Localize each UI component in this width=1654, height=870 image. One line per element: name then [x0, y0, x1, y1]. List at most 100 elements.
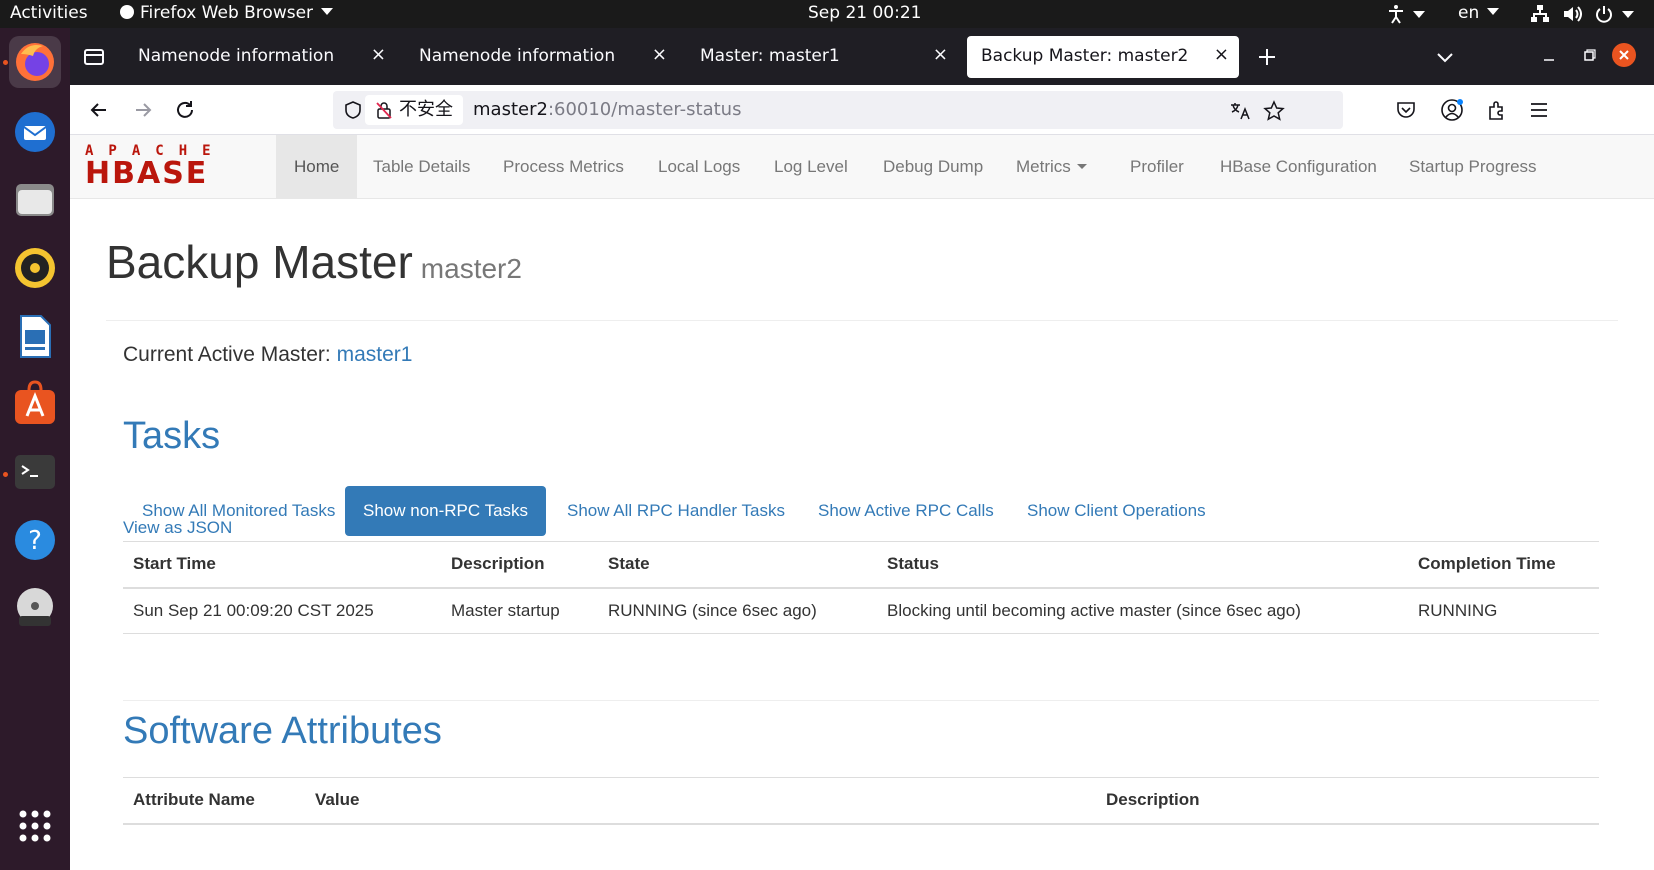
minimize-icon[interactable] — [1540, 48, 1558, 66]
table-header-row: Attribute Name Value Description — [123, 777, 1599, 825]
tab-namenode-1[interactable]: Namenode information × — [124, 36, 396, 78]
view-as-json-link[interactable]: View as JSON — [123, 518, 232, 538]
tab-master1[interactable]: Master: master1 × — [686, 36, 958, 78]
system-top-bar: Activities Firefox Web Browser Sep 21 00… — [0, 0, 1654, 28]
nav-table-details[interactable]: Table Details — [355, 135, 488, 199]
chevron-down-icon — [321, 8, 334, 15]
column-header[interactable]: Description — [1096, 777, 1599, 825]
close-icon[interactable]: × — [1214, 44, 1229, 65]
dock-thunderbird[interactable] — [9, 106, 61, 158]
activities-button[interactable]: Activities — [10, 3, 88, 23]
app-grid-icon — [19, 810, 51, 842]
nav-profiler[interactable]: Profiler — [1112, 135, 1202, 199]
firefox-small-icon — [120, 5, 134, 19]
task-start-time: Sun Sep 21 00:09:20 CST 2025 — [123, 587, 441, 634]
extensions-icon[interactable] — [1485, 98, 1509, 122]
column-header[interactable]: Status — [877, 541, 1408, 589]
divider — [106, 320, 1618, 321]
divider — [123, 700, 1599, 701]
nav-startup-progress[interactable]: Startup Progress — [1391, 135, 1555, 199]
close-icon[interactable]: × — [933, 44, 948, 65]
terminal-icon — [15, 455, 55, 489]
hbase-logo[interactable]: APACHE HBASE — [85, 143, 245, 191]
translate-icon[interactable] — [1229, 100, 1251, 122]
dock-firefox[interactable] — [9, 36, 61, 88]
dock-rhythmbox[interactable] — [9, 242, 61, 294]
caret-down-icon — [1076, 164, 1087, 169]
tab-title: Master: master1 — [700, 46, 840, 66]
software-attributes-heading: Software Attributes — [123, 710, 442, 752]
dock-files[interactable] — [9, 174, 61, 226]
filter-all-rpc-handler-tasks[interactable]: Show All RPC Handler Tasks — [549, 486, 803, 536]
filter-active-rpc-calls[interactable]: Show Active RPC Calls — [800, 486, 1012, 536]
power-icon[interactable] — [1594, 4, 1614, 24]
list-all-tabs-icon[interactable] — [1435, 47, 1455, 67]
chevron-down-icon[interactable] — [1622, 11, 1634, 18]
nav-log-level[interactable]: Log Level — [756, 135, 866, 199]
clock[interactable]: Sep 21 00:21 — [808, 3, 921, 23]
column-header[interactable]: Value — [305, 777, 1096, 825]
show-apps-button[interactable] — [9, 800, 61, 852]
tab-namenode-2[interactable]: Namenode information × — [405, 36, 677, 78]
dock-software-center[interactable] — [9, 378, 61, 430]
column-header[interactable]: Attribute Name — [123, 777, 305, 825]
nav-home[interactable]: Home — [276, 135, 358, 199]
column-header[interactable]: Completion Time — [1408, 541, 1599, 589]
close-icon[interactable]: × — [371, 44, 386, 65]
back-arrow-icon[interactable] — [84, 95, 114, 125]
window-close-button[interactable] — [1612, 43, 1636, 67]
column-header[interactable]: Start Time — [123, 541, 441, 589]
firefox-icon — [16, 43, 54, 81]
url-bar[interactable]: 不安全 master2:60010/master-status — [333, 91, 1343, 129]
bookmark-star-icon[interactable] — [1263, 100, 1285, 122]
filter-non-rpc-tasks[interactable]: Show non-RPC Tasks — [345, 486, 547, 536]
forward-arrow-icon[interactable] — [128, 95, 158, 125]
account-icon[interactable] — [1440, 98, 1464, 122]
reload-icon[interactable] — [170, 95, 200, 125]
thunderbird-icon — [15, 112, 55, 152]
app-menu[interactable]: Firefox Web Browser — [120, 3, 334, 23]
dvd-icon — [17, 588, 53, 626]
insecure-connection-badge[interactable]: 不安全 — [365, 95, 463, 125]
column-header[interactable]: State — [598, 541, 877, 589]
software-attributes-table: Attribute Name Value Description — [123, 777, 1599, 825]
url-text[interactable]: master2:60010/master-status — [473, 99, 741, 120]
nav-debug-dump[interactable]: Debug Dump — [865, 135, 1001, 199]
tasks-heading: Tasks — [123, 415, 221, 457]
hamburger-menu-icon[interactable] — [1528, 99, 1550, 121]
pocket-icon[interactable] — [1395, 99, 1417, 121]
restore-icon[interactable] — [1580, 48, 1598, 66]
nav-process-metrics[interactable]: Process Metrics — [485, 135, 642, 199]
close-icon[interactable]: × — [652, 44, 667, 65]
tab-title: Namenode information — [419, 46, 616, 66]
dock-dvd[interactable] — [9, 582, 61, 634]
firefox-view-icon[interactable] — [83, 46, 105, 68]
nav-metrics-dropdown[interactable]: Metrics — [998, 135, 1105, 199]
column-header[interactable]: Description — [441, 541, 598, 589]
language-indicator[interactable]: en — [1458, 3, 1500, 23]
shield-icon[interactable] — [343, 100, 363, 120]
active-master-label: Current Active Master: — [123, 343, 331, 366]
tab-backup-master2[interactable]: Backup Master: master2 × — [967, 36, 1239, 78]
volume-icon[interactable] — [1562, 4, 1582, 24]
task-completion-time: RUNNING — [1408, 587, 1599, 634]
filter-client-operations[interactable]: Show Client Operations — [1009, 486, 1224, 536]
tasks-table: Start Time Description State Status Comp… — [123, 541, 1599, 634]
task-state: RUNNING (since 6sec ago) — [598, 587, 877, 634]
nav-hbase-configuration[interactable]: HBase Configuration — [1202, 135, 1395, 199]
accessibility-icon[interactable] — [1386, 4, 1406, 24]
dock-terminal[interactable] — [9, 446, 61, 498]
task-status: Blocking until becoming active master (s… — [877, 587, 1408, 634]
current-active-master: Current Active Master: master1 — [123, 343, 412, 367]
chevron-down-icon[interactable] — [1413, 11, 1425, 18]
nav-local-logs[interactable]: Local Logs — [640, 135, 758, 199]
network-icon[interactable] — [1530, 4, 1550, 24]
active-master-link[interactable]: master1 — [337, 343, 413, 366]
hbase-navbar: APACHE HBASE Home Table Details Process … — [70, 135, 1654, 199]
nav-metrics-label: Metrics — [1016, 157, 1071, 176]
new-tab-icon[interactable] — [1256, 46, 1278, 68]
logo-hbase: HBASE — [85, 156, 209, 191]
dock-help[interactable]: ? — [9, 514, 61, 566]
chevron-down-icon — [1487, 8, 1500, 15]
dock-writer[interactable] — [9, 310, 61, 362]
